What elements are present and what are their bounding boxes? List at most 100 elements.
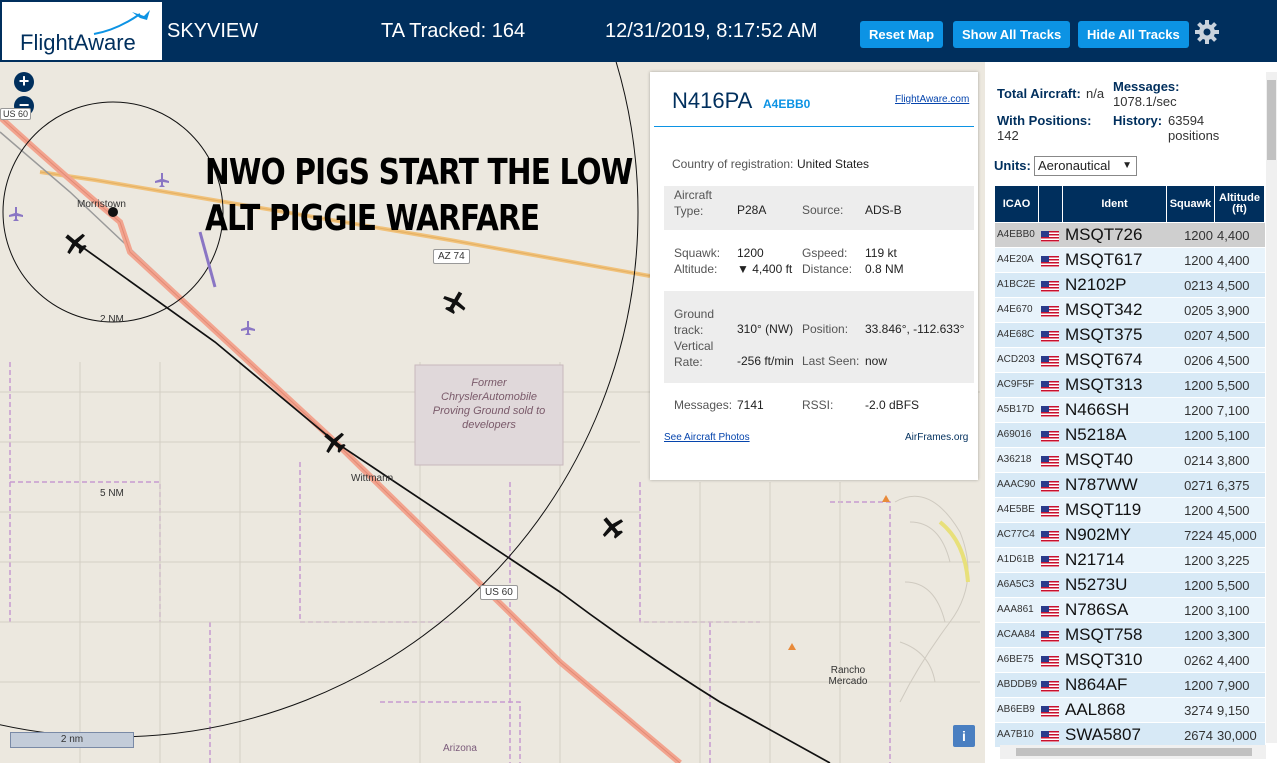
table-row[interactable]: AAAC90 N787WW 0271 6,375 [995,473,1265,498]
us-flag-icon [1041,504,1059,517]
table-row[interactable]: A4E20A MSQT617 1200 4,400 [995,248,1265,273]
column-header-flag[interactable] [1039,186,1063,222]
cell-ident: AAL868 [1065,700,1126,719]
squawk-value: 1200 [737,246,764,260]
table-row[interactable]: A4EBB0 MSQT726 1200 4,400 [995,223,1265,248]
road-shield: US 60 [0,108,32,120]
cell-squawk: 1200 [1184,428,1213,443]
cell-squawk: 1200 [1184,378,1213,393]
column-header-squawk[interactable]: Squawk [1167,186,1215,222]
us-flag-icon [1041,279,1059,292]
horizontal-scrollbar-thumb[interactable] [1016,748,1252,756]
aircraft-photos-link[interactable]: See Aircraft Photos [664,432,750,443]
table-row[interactable]: A6A5C3 N5273U 1200 5,500 [995,573,1265,598]
table-row[interactable]: A69016 N5218A 1200 5,100 [995,423,1265,448]
reset-map-button[interactable]: Reset Map [860,21,944,48]
us-flag-icon [1041,229,1059,242]
overlay-caption-line-2: ALT PIGGIE WARFARE [205,198,540,239]
cell-altitude: 4,500 [1217,328,1250,343]
column-header-altitude[interactable]: Altitude (ft) [1215,186,1265,222]
table-row[interactable]: AC77C4 N902MY 7224 45,000 [995,523,1265,548]
cell-ident: N5218A [1065,425,1127,444]
cell-icao: ACAA84 [997,629,1036,640]
units-select[interactable]: Aeronautical ▼ [1034,156,1137,176]
table-row[interactable]: A6BE75 MSQT310 0262 4,400 [995,648,1265,673]
position-label: Position: [802,322,849,336]
cell-icao: A1D61B [997,554,1035,565]
area-label: Rancho Mercado [828,665,868,687]
table-row[interactable]: A36218 MSQT40 0214 3,800 [995,448,1265,473]
aircraft-type-value: P28A [737,203,767,217]
messages-value: 7141 [737,398,764,412]
popup-callsign: N416PA [672,88,753,113]
cell-ident: MSQT617 [1065,250,1143,269]
cell-icao: A4E5BE [997,504,1035,515]
cell-altitude: 5,100 [1217,428,1250,443]
table-row[interactable]: A4E68C MSQT375 0207 4,500 [995,323,1265,348]
cell-ident: MSQT375 [1065,325,1143,344]
us-flag-icon [1041,404,1059,417]
table-row[interactable]: A5B17D N466SH 1200 7,100 [995,398,1265,423]
cell-altitude: 3,800 [1217,453,1250,468]
cell-squawk: 1200 [1184,603,1213,618]
last-seen-label: Last Seen: [802,354,860,368]
area-label: Arizona [443,743,477,754]
total-aircraft-label: Total Aircraft: [997,86,1081,101]
cell-altitude: 3,300 [1217,628,1250,643]
cell-altitude: 6,375 [1217,478,1250,493]
chevron-down-icon: ▼ [1122,160,1132,171]
cell-altitude: 4,500 [1217,278,1250,293]
cell-squawk: 0206 [1184,353,1213,368]
cell-squawk: 0207 [1184,328,1213,343]
table-row[interactable]: ABDDB9 N864AF 1200 7,900 [995,673,1265,698]
scrollbar-thumb[interactable] [1267,80,1276,160]
landmark-label: Former ChryslerAutomobile Proving Ground… [432,377,546,431]
cell-squawk: 1200 [1184,253,1213,268]
history-value: 63594 positions [1168,113,1220,143]
show-all-tracks-button[interactable]: Show All Tracks [953,21,1071,48]
table-row[interactable]: AB6EB9 AAL868 3274 9,150 [995,698,1265,723]
flightaware-logo[interactable]: FlightAware [2,2,162,60]
us-flag-icon [1041,729,1059,742]
table-row[interactable]: ACAA84 MSQT758 1200 3,300 [995,623,1265,648]
column-header-ident[interactable]: Ident [1063,186,1167,222]
top-header: FlightAware SKYVIEW TA Tracked: 164 12/3… [0,0,1277,63]
cell-altitude: 30,000 [1217,728,1257,743]
flightaware-link[interactable]: FlightAware.com [895,94,969,105]
horizontal-scrollbar[interactable] [1000,745,1266,759]
rssi-value: -2.0 dBFS [865,398,920,412]
gear-icon[interactable] [1194,19,1220,45]
zoom-in-button[interactable]: + [14,72,34,92]
cell-squawk: 0213 [1184,278,1213,293]
with-positions-label: With Positions: [997,113,1092,128]
cell-icao: AAAC90 [997,479,1036,490]
map-info-button[interactable]: i [953,725,975,747]
cell-icao: AAA861 [997,604,1034,615]
table-row[interactable]: A4E670 MSQT342 0205 3,900 [995,298,1265,323]
aircraft-type-label: Aircraft Type: [674,188,713,218]
messages-rate-label: Messages: [1113,79,1180,94]
cell-squawk: 3274 [1184,703,1213,718]
us-flag-icon [1041,254,1059,267]
cell-icao: A4EBB0 [997,229,1035,240]
vertical-scrollbar[interactable] [1266,72,1277,743]
table-row[interactable]: A1BC2E N2102P 0213 4,500 [995,273,1265,298]
cell-altitude: 7,100 [1217,403,1250,418]
airframes-link[interactable]: AirFrames.org [905,432,968,443]
table-row[interactable]: AAA861 N786SA 1200 3,100 [995,598,1265,623]
us-flag-icon [1041,479,1059,492]
table-row[interactable]: A1D61B N21714 1200 3,225 [995,548,1265,573]
cell-squawk: 0262 [1184,653,1213,668]
with-positions-value: 142 [997,128,1019,143]
column-header-icao[interactable]: ICAO [995,186,1039,222]
logo-text: FlightAware [20,30,136,55]
altitude-label: Altitude: [674,262,718,276]
table-row[interactable]: A4E5BE MSQT119 1200 4,500 [995,498,1265,523]
table-row[interactable]: ACD203 MSQT674 0206 4,500 [995,348,1265,373]
cell-icao: A5B17D [997,404,1035,415]
us-flag-icon [1041,629,1059,642]
table-row[interactable]: AC9F5F MSQT313 1200 5,500 [995,373,1265,398]
cell-ident: SWA5807 [1065,725,1141,744]
hide-all-tracks-button[interactable]: Hide All Tracks [1078,21,1189,48]
cell-altitude: 4,500 [1217,353,1250,368]
